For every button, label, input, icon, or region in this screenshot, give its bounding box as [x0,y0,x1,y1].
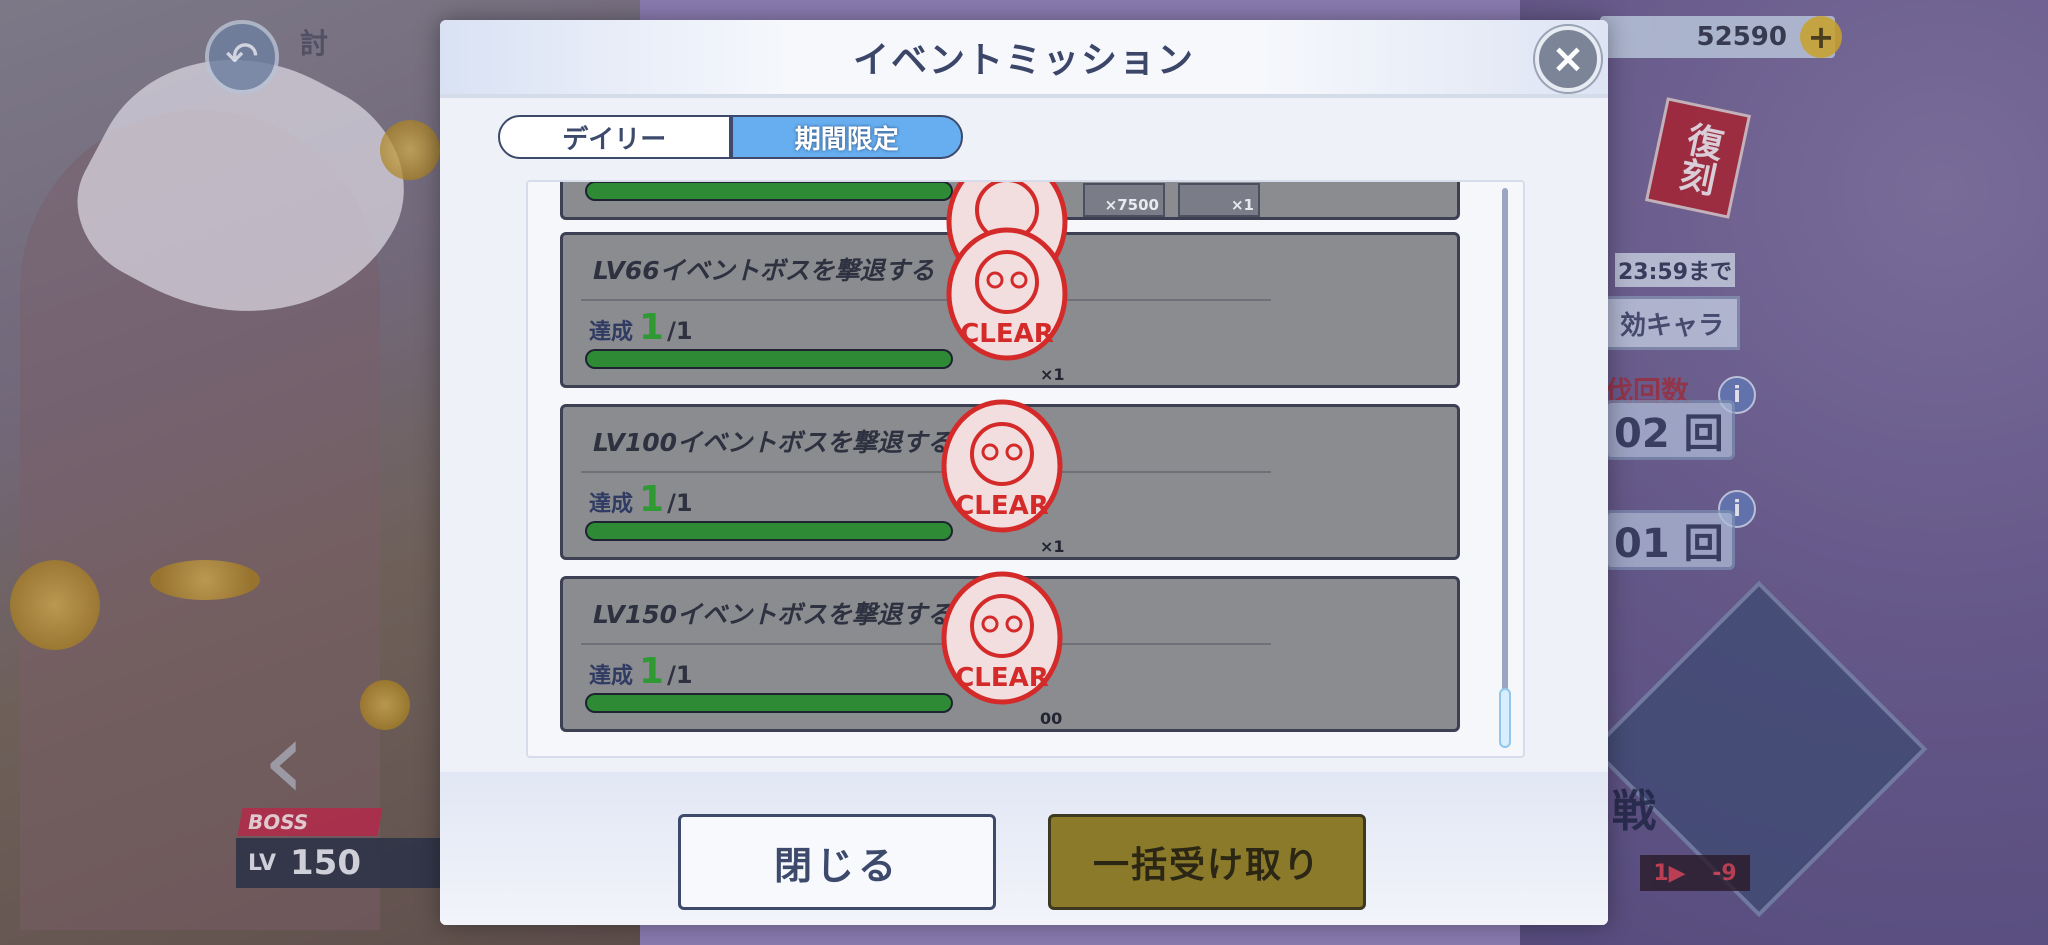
challenge-label: 戦 [1612,786,1656,837]
progress-fill [587,183,951,199]
currency-amount: 52590 [1696,22,1787,52]
divider [581,471,1271,473]
progress-bar [585,349,953,369]
progress-prefix: 達成 [589,320,634,345]
defeat-count-box: 01 回 [1605,510,1735,570]
boss-level: LV 150 [236,838,441,888]
scrollbar-track[interactable] [1502,188,1508,748]
background-coin [380,120,440,180]
progress-label: 達成 1 /1 [589,479,693,520]
scrollbar-thumb[interactable] [1499,688,1511,748]
clear-stamp-icon: CLEAR [941,399,1063,533]
close-button[interactable]: 閉じる [678,814,996,910]
tab-daily[interactable]: デイリー [498,115,731,159]
reward-quantity: 00 [1040,709,1063,728]
clear-stamp-text: CLEAR [955,663,1049,693]
progress-bar [585,521,953,541]
mission-title: LV150イベントボスを撃退する [593,600,953,629]
clear-stamp-icon: CLEAR [941,571,1063,705]
screen-title: 討 [300,27,329,60]
event-deadline: 23:59まで [1615,253,1735,287]
close-icon[interactable]: × [1535,26,1601,92]
plus-icon: + [1807,18,1835,56]
progress-bar [585,693,953,713]
progress-fill [587,695,951,711]
dialog-footer: 閉じる 一括受け取り [440,772,1608,925]
reward-quantity: ×1 [1040,537,1065,556]
mission-title: LV66イベントボスを撃退する [593,256,935,285]
stage-counter: 1▶ -9 [1640,855,1750,891]
progress-fill [587,351,951,367]
add-currency-button[interactable]: + [1800,16,1842,58]
back-button[interactable]: ↶ [205,20,279,94]
stage-counter-left: 1▶ [1653,860,1686,886]
reward-item: ×1 [1178,183,1260,217]
clear-stamp-icon: CLEAR [946,227,1068,361]
divider [581,299,1271,301]
progress-total: /1 [667,317,693,345]
defeat-count-box: 02 回 [1605,400,1735,460]
boss-level-value: 150 [290,843,361,883]
reward-item-qty: ×7500 [1104,196,1159,214]
progress-label: 達成 1 /1 [589,651,693,692]
progress-total: /1 [667,489,693,517]
receive-all-button[interactable]: 一括受け取り [1048,814,1366,910]
divider [581,643,1271,645]
dialog-title: イベントミッション [852,40,1195,81]
progress-total: /1 [667,661,693,689]
background-coin [150,560,260,600]
progress-fill [587,523,951,539]
progress-prefix: 達成 [589,492,634,517]
previous-arrow-icon[interactable]: ‹ [262,705,306,815]
reward-item-qty: ×1 [1230,196,1254,214]
reward-quantity: ×1 [1040,365,1065,384]
dialog-header: イベントミッション [440,20,1608,98]
mission-list[interactable]: ×1 ×7500 ×1 LV66イベントボスを撃退する 達成 1 /1 ×1 [526,180,1525,758]
reward-item: ×7500 [1083,183,1165,217]
clear-stamp-text: CLEAR [960,319,1054,349]
progress-done: 1 [639,479,665,520]
tab-limited-time[interactable]: 期間限定 [730,115,963,159]
undo-arrow-icon: ↶ [225,34,259,80]
progress-label: 達成 1 /1 [589,307,693,348]
progress-done: 1 [639,307,665,348]
progress-done: 1 [639,651,665,692]
mission-title: LV100イベントボスを撃退する [593,428,953,457]
progress-prefix: 達成 [589,664,634,689]
boss-tag-label: BOSS [245,810,311,834]
background-coin [10,560,100,650]
stage-counter-right: -9 [1712,860,1737,886]
bonus-character-button[interactable]: 効キャラ [1605,296,1740,350]
clear-stamp-text: CLEAR [955,491,1049,521]
mission-tab-bar: デイリー 期間限定 [498,115,963,159]
progress-bar [585,182,953,201]
event-mission-dialog: イベントミッション デイリー 期間限定 ×1 ×7500 ×1 LV66イベント… [440,20,1608,925]
boss-tag: BOSS [237,808,383,836]
boss-level-prefix: LV [248,850,277,876]
background-coin [360,680,410,730]
